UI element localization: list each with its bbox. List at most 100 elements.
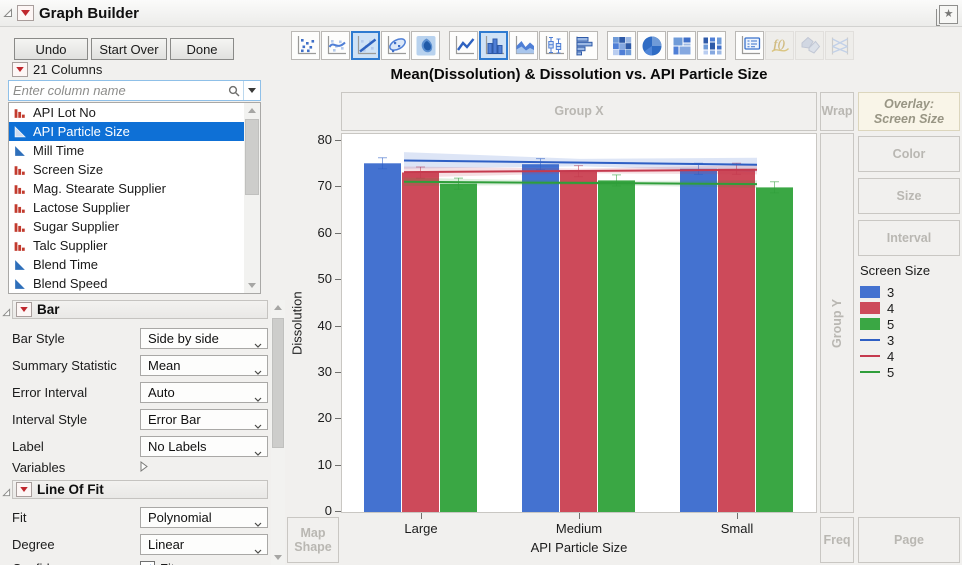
zone-freq[interactable]: Freq [820,517,854,563]
legend-item-swatch-5[interactable]: 5 [860,316,930,332]
pie-element-icon[interactable] [637,31,666,60]
fit-collapse-icon[interactable] [2,484,12,502]
column-item-blend-time[interactable]: Blend Time [9,255,244,274]
smoother-element-icon[interactable] [321,31,350,60]
zone-group-y[interactable]: Group Y [820,133,854,513]
box-plot-element-icon[interactable] [539,31,568,60]
fit-red-triangle-menu-icon[interactable] [16,482,32,497]
column-item-blend-speed[interactable]: Blend Speed [9,274,244,293]
degree-dropdown[interactable]: Linear [140,534,268,555]
legend-item-swatch-4[interactable]: 4 [860,300,930,316]
column-item-talc-supplier[interactable]: Talc Supplier [9,236,244,255]
legend-item-label: 4 [887,348,895,364]
summary-statistic-dropdown[interactable]: Mean [140,355,268,376]
confidence-row: Confidence Fit [12,558,268,565]
bookmark-star-icon[interactable]: ★ [936,5,958,26]
y-tick-label: 70 [317,178,332,194]
nominal-column-icon [13,163,28,176]
legend-swatch-icon [860,286,880,298]
column-item-lactose-supplier[interactable]: Lactose Supplier [9,198,244,217]
legend-item-line-4[interactable]: 4 [860,348,930,364]
column-item-screen-size[interactable]: Screen Size [9,160,244,179]
legend-item-label: 5 [887,316,895,332]
bar-section-title: Bar [37,302,60,317]
area-element-icon[interactable] [509,31,538,60]
undo-button[interactable]: Undo [14,38,88,60]
points-element-icon[interactable] [291,31,320,60]
label-value: No Labels [148,439,207,454]
collapse-triangle-icon[interactable] [3,8,13,18]
column-item-api-lot-no[interactable]: API Lot No [9,103,244,122]
label-dropdown[interactable]: No Labels [140,436,268,457]
columns-red-triangle-menu-icon[interactable] [12,62,28,77]
degree-label: Degree [12,537,55,552]
caption-box-element-icon[interactable] [735,31,764,60]
bar-section-header[interactable]: Bar [12,300,268,319]
bar-red-triangle-menu-icon[interactable] [16,302,32,317]
variables-disclosure-icon[interactable] [140,460,148,475]
column-search-input[interactable] [9,83,225,98]
y-tick-mark [335,371,341,373]
legend-item-line-5[interactable]: 5 [860,364,930,380]
zone-size[interactable]: Size [858,178,960,214]
treemap-element-icon[interactable] [667,31,696,60]
map-shapes-element-icon[interactable] [795,31,824,60]
ellipse-element-icon[interactable] [381,31,410,60]
search-dropdown-icon[interactable] [244,88,260,93]
mosaic-element-icon[interactable] [697,31,726,60]
interval-style-dropdown[interactable]: Error Bar [140,409,268,430]
error-interval-dropdown[interactable]: Auto [140,382,268,403]
confidence-fit-checkbox[interactable] [140,560,155,565]
fit-label: Fit [12,510,27,525]
red-triangle-menu-icon[interactable] [17,5,34,21]
chevron-down-icon [254,417,262,432]
bar-collapse-icon[interactable] [2,304,12,322]
search-icon[interactable] [225,85,243,97]
nominal-column-icon [13,106,28,119]
start-over-button[interactable]: Start Over [91,38,167,60]
column-item-mill-time[interactable]: Mill Time [9,141,244,160]
properties-scrollbar[interactable] [271,300,285,565]
x-tick-mark [421,513,422,519]
x-axis-title: API Particle Size [530,540,628,555]
done-button[interactable]: Done [170,38,234,60]
zone-page[interactable]: Page [858,517,960,563]
legend-line-icon [860,371,880,373]
zone-interval[interactable]: Interval [858,220,960,256]
y-tick-mark [335,511,341,512]
column-item-api-particle-size[interactable]: API Particle Size [9,122,244,141]
fit-dropdown[interactable]: Polynomial [140,507,268,528]
line-of-fit-section-header[interactable]: Line Of Fit [12,480,268,499]
histogram-element-icon[interactable] [569,31,598,60]
plot-area[interactable] [341,133,817,513]
interval-style-row: Interval Style Error Bar [12,406,268,433]
zone-wrap[interactable]: Wrap [820,92,854,131]
column-list-scrollbar[interactable] [244,103,260,293]
zone-map-shape[interactable]: Map Shape [287,517,339,563]
y-tick-mark [335,232,341,234]
contour-element-icon[interactable] [411,31,440,60]
legend-item-swatch-3[interactable]: 3 [860,284,930,300]
column-item-sugar-supplier[interactable]: Sugar Supplier [9,217,244,236]
column-item-label: API Particle Size [33,124,130,139]
variables-row: Variables [12,458,268,476]
column-item-mag-stearate-supplier[interactable]: Mag. Stearate Supplier [9,179,244,198]
parallel-plot-element-icon[interactable] [825,31,854,60]
y-tick-mark [335,325,341,327]
bar-element-icon[interactable] [479,31,508,60]
bar-style-dropdown[interactable]: Side by side [140,328,268,349]
legend-title: Screen Size [860,263,931,278]
zone-group-x[interactable]: Group X [341,92,817,131]
summary-statistic-value: Mean [148,358,181,373]
line-of-fit-element-icon[interactable] [351,31,380,60]
formula-element-icon[interactable]: f() [765,31,794,60]
zone-color[interactable]: Color [858,136,960,172]
heatmap-element-icon[interactable] [607,31,636,60]
x-tick-label: Large [404,521,438,536]
column-item-label: Blend Speed [33,276,108,291]
line-element-icon[interactable] [449,31,478,60]
fit-section-title: Line Of Fit [37,482,104,497]
x-tick-mark [737,513,738,519]
legend-item-line-3[interactable]: 3 [860,332,930,348]
zone-overlay[interactable]: Overlay: Screen Size [858,92,960,131]
